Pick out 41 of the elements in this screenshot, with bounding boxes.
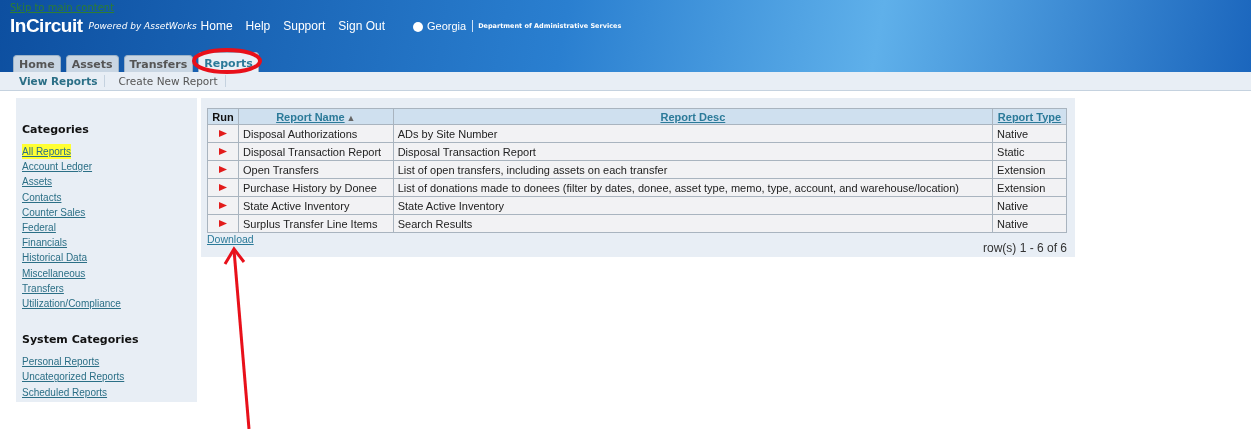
column-header-link[interactable]: Report Name <box>276 110 345 123</box>
column-header-link[interactable]: Report Desc <box>660 110 726 123</box>
powered-by-text: Powered by AssetWorks <box>88 21 198 31</box>
download-link[interactable]: Download <box>207 233 254 255</box>
category-link[interactable]: Uncategorized Reports <box>22 369 125 385</box>
category-link[interactable]: Miscellaneous <box>22 265 86 281</box>
column-header: Run <box>212 110 234 123</box>
category-link[interactable]: Contacts <box>22 189 62 205</box>
category-link[interactable]: Scheduled Reports <box>22 384 108 400</box>
category-link[interactable]: Financials <box>22 235 68 251</box>
category-link[interactable]: Counter Sales <box>22 204 86 220</box>
run-icon[interactable] <box>219 220 227 227</box>
category-link[interactable]: Transfers <box>22 280 64 297</box>
category-link[interactable]: Federal <box>22 220 56 236</box>
run-icon[interactable] <box>219 130 227 137</box>
nav-link[interactable]: Help <box>245 19 271 33</box>
run-icon[interactable] <box>219 148 227 155</box>
nav-link[interactable]: Support <box>283 19 326 33</box>
category-link[interactable]: Account Ledger <box>22 159 93 175</box>
section-title: System Categories <box>22 333 139 347</box>
run-icon[interactable] <box>219 166 227 173</box>
state-logo: Georgia <box>412 20 474 32</box>
nav-tab[interactable]: Assets <box>65 55 119 72</box>
nav-tab[interactable]: Transfers <box>123 55 194 72</box>
nav-link[interactable]: Home <box>200 19 233 33</box>
highlight-ellipse <box>192 48 262 74</box>
category-link[interactable]: Assets <box>22 174 52 190</box>
subnav-link[interactable]: Create New Report <box>105 75 226 87</box>
category-link[interactable]: All Reports <box>22 144 71 160</box>
run-icon[interactable] <box>219 202 227 209</box>
run-icon[interactable] <box>219 184 227 191</box>
category-link[interactable]: Personal Reports <box>22 354 100 370</box>
sort-indicator: ▲ <box>346 112 356 123</box>
category-link[interactable]: Utilization/Compliance <box>22 296 121 312</box>
row-count: row(s) 1 - 6 of 6 <box>982 241 1067 255</box>
subnav-link[interactable]: View Reports <box>6 75 106 87</box>
app-logo: InCircuit <box>10 15 83 37</box>
section-title: Categories <box>22 123 89 136</box>
nav-link[interactable]: Sign Out <box>338 19 385 33</box>
category-link[interactable]: Historical Data <box>22 250 88 266</box>
nav-tab[interactable]: Home <box>13 55 61 72</box>
